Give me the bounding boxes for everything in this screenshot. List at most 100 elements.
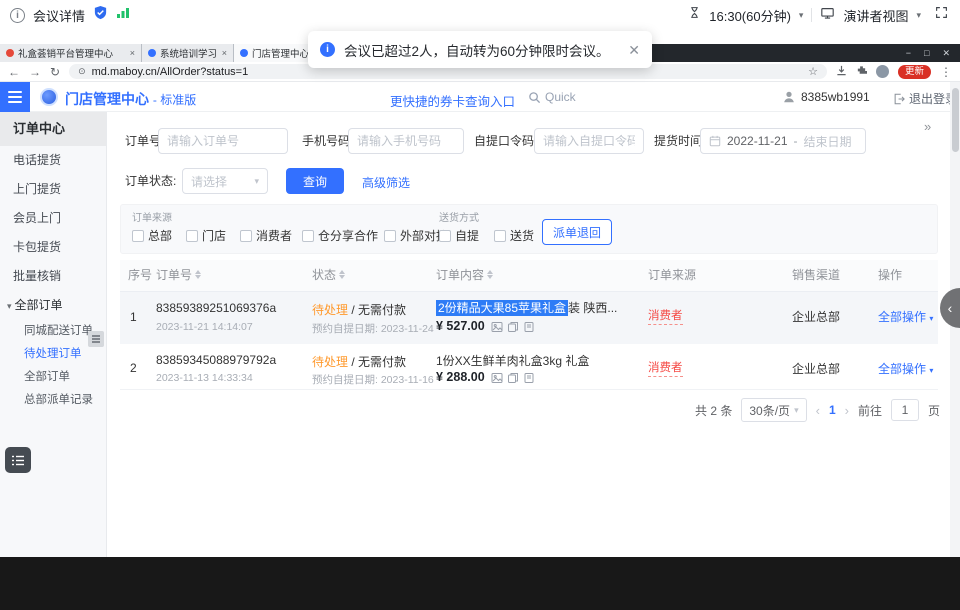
pickup-date: 预约自提日期: 2023-11-16 [312, 372, 434, 387]
logout-button[interactable]: 退出登录 [893, 90, 957, 107]
pickup-code-input[interactable] [534, 128, 644, 154]
divider [811, 8, 812, 22]
order-no-input[interactable] [158, 128, 288, 154]
duration-dropdown-icon[interactable]: ▾ [799, 10, 804, 21]
calendar-icon [709, 135, 721, 147]
meeting-topbar: i 会议详情 16:30(60分钟) ▾ 演讲者视图 ▾ [0, 0, 960, 30]
floating-list-icon[interactable] [5, 447, 31, 473]
sidebar-item-card-pickup[interactable]: 卡包提货 [0, 233, 106, 262]
sort-icon[interactable] [339, 270, 345, 279]
collapse-columns-icon[interactable]: » [924, 119, 931, 134]
coupon-query-link[interactable]: 更快捷的券卡查询入口 [390, 91, 515, 110]
order-status: 待处理 / 无需付款 [312, 301, 406, 318]
sort-icon[interactable] [487, 270, 493, 279]
fullscreen-icon[interactable] [935, 6, 948, 24]
col-header-order-no[interactable]: 订单号 [156, 266, 201, 283]
row-index: 1 [130, 310, 137, 324]
chevron-down-icon: ▾ [929, 314, 933, 323]
minimize-icon[interactable]: − [906, 48, 911, 58]
date-start-value[interactable]: 2022-11-21 [727, 134, 788, 148]
dispatch-return-button[interactable]: 派单退回 [542, 219, 612, 245]
image-icon[interactable] [491, 321, 503, 333]
maximize-icon[interactable]: □ [924, 48, 929, 58]
expand-caret-icon: ▾ [7, 301, 12, 311]
order-source-badge[interactable]: 消费者 [648, 307, 683, 325]
profile-avatar[interactable] [876, 65, 889, 78]
sidebar-item-batch-verify[interactable]: 批量核销 [0, 262, 106, 291]
order-number: 83859345088979792a [156, 353, 276, 367]
checkbox-delivery-deliver[interactable]: 送货 [494, 227, 534, 244]
update-button[interactable]: 更新 [898, 65, 931, 79]
tab-close-icon[interactable]: × [130, 48, 135, 58]
security-shield-icon[interactable] [93, 5, 108, 25]
pickup-time-label: 提货时间 [654, 128, 702, 154]
back-icon[interactable]: ← [8, 66, 20, 78]
next-page-icon[interactable]: › [845, 403, 849, 418]
note-icon[interactable] [523, 372, 535, 384]
checkbox-label: 消费者 [256, 227, 292, 244]
view-mode-label[interactable]: 演讲者视图 [843, 6, 908, 25]
panel-toggle-icon[interactable] [88, 331, 104, 347]
order-source-badge[interactable]: 消费者 [648, 359, 683, 377]
sort-icon[interactable] [195, 270, 201, 279]
col-header-content[interactable]: 订单内容 [436, 266, 493, 283]
meeting-info-icon[interactable]: i [10, 8, 25, 23]
checkbox-source-consumer[interactable]: 消费者 [240, 227, 292, 244]
close-icon[interactable]: ✕ [942, 48, 950, 59]
sidebar-item-door-pickup[interactable]: 上门提货 [0, 175, 106, 204]
col-header-status[interactable]: 状态 [312, 266, 345, 283]
advanced-filter-link[interactable]: 高级筛选 [362, 174, 410, 191]
browser-tab[interactable]: 系统培训学习 × [142, 44, 234, 62]
timer-icon [688, 6, 701, 24]
bookmark-star-icon[interactable]: ☆ [808, 65, 818, 78]
all-actions-dropdown[interactable]: 全部操作 ▾ [878, 360, 933, 377]
reload-icon[interactable]: ↻ [50, 66, 60, 78]
prev-page-icon[interactable]: ‹ [816, 403, 820, 418]
network-signal-icon[interactable] [116, 6, 130, 24]
sidebar-sub-all-orders[interactable]: 全部订单 [0, 366, 106, 389]
all-actions-dropdown[interactable]: 全部操作 ▾ [878, 308, 933, 325]
goto-page-input[interactable] [891, 399, 919, 421]
pickup-code-label: 自提口令码 [474, 128, 534, 154]
order-status-select[interactable]: 请选择 ▾ [182, 168, 268, 194]
current-page[interactable]: 1 [829, 403, 836, 417]
meeting-details-label[interactable]: 会议详情 [33, 6, 85, 25]
sidebar-sub-dispatch-records[interactable]: 总部派单记录 [0, 389, 106, 412]
checkbox-source-warehouse[interactable]: 仓分享合作 [302, 227, 378, 244]
search-button[interactable]: 查询 [286, 168, 344, 194]
note-icon[interactable] [523, 321, 535, 333]
sidebar-item-phone-pickup[interactable]: 电话提货 [0, 146, 106, 175]
sidebar-item-member-visit[interactable]: 会员上门 [0, 204, 106, 233]
scrollbar-thumb[interactable] [952, 88, 959, 152]
site-info-icon[interactable]: ⊙ [78, 66, 86, 77]
quick-search[interactable]: Quick [528, 90, 576, 104]
browser-menu-icon[interactable]: ⋮ [940, 66, 952, 78]
phone-input[interactable] [348, 128, 464, 154]
info-icon: i [320, 42, 335, 57]
image-icon[interactable] [491, 372, 503, 384]
app-title-edition: - 标准版 [153, 93, 196, 107]
download-icon[interactable] [836, 63, 847, 81]
view-dropdown-icon[interactable]: ▾ [916, 10, 921, 21]
tab-close-icon[interactable]: × [222, 48, 227, 58]
extensions-icon[interactable] [856, 63, 867, 81]
user-account[interactable]: 8385wb1991 [782, 90, 870, 104]
col-header-action: 操作 [878, 266, 902, 283]
toast-close-icon[interactable]: ✕ [628, 43, 640, 57]
copy-icon[interactable] [507, 372, 519, 384]
checkbox-delivery-selfpickup[interactable]: 自提 [439, 227, 479, 244]
checkbox-source-hq[interactable]: 总部 [132, 227, 172, 244]
user-icon [782, 90, 796, 104]
order-price: ¥ 527.00 [436, 319, 485, 333]
page-size-select[interactable]: 30条/页▾ [741, 398, 806, 422]
drawer-collapse-handle[interactable]: ‹ [940, 288, 960, 328]
forward-icon[interactable]: → [29, 66, 41, 78]
hamburger-menu-icon[interactable] [0, 82, 30, 112]
copy-icon[interactable] [507, 321, 519, 333]
checkbox-source-store[interactable]: 门店 [186, 227, 226, 244]
sidebar-group-all-orders[interactable]: ▾全部订单 [0, 291, 106, 320]
date-range-picker[interactable]: 2022-11-21 - 结束日期 [700, 128, 866, 154]
date-end-placeholder[interactable]: 结束日期 [804, 133, 852, 150]
delivery-method-label: 送货方式 [439, 209, 479, 224]
browser-tab[interactable]: 礼盒荟销平台管理中心 × [0, 44, 142, 62]
